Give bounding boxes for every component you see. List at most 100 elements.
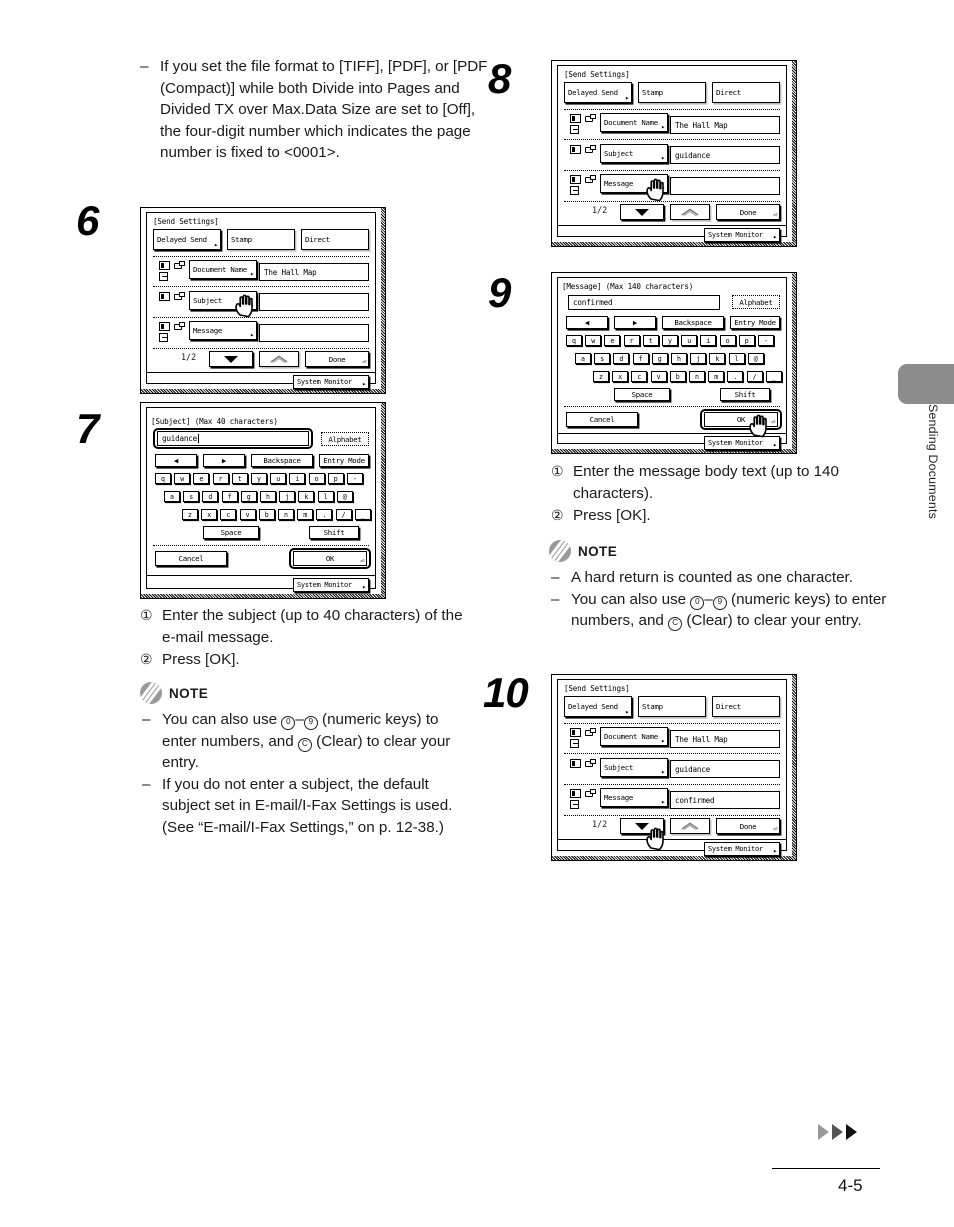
key-z[interactable]: z [593, 371, 609, 382]
alphabet-button[interactable]: Alphabet [321, 432, 369, 446]
scroll-down-button[interactable] [620, 204, 664, 220]
key-r[interactable]: r [212, 473, 229, 484]
key-o[interactable]: o [308, 473, 325, 484]
key-u[interactable]: u [681, 335, 698, 346]
button-direct[interactable]: Direct [712, 696, 780, 717]
key-d[interactable]: d [202, 491, 219, 502]
key-x[interactable]: x [612, 371, 629, 382]
field-label-document-name[interactable]: Document Name ▸ [600, 113, 668, 132]
field-label-subject[interactable]: Subject ▸ [600, 144, 668, 163]
scroll-up-button[interactable] [670, 204, 710, 220]
alphabet-button[interactable]: Alphabet [732, 295, 780, 309]
key-n[interactable]: n [278, 509, 294, 520]
scroll-up-button[interactable] [259, 351, 299, 367]
key-period[interactable]: . [727, 371, 744, 382]
shift-button[interactable]: Shift [720, 388, 770, 401]
button-direct[interactable]: Direct [712, 82, 780, 103]
backspace-button[interactable]: Backspace [662, 316, 724, 329]
scroll-down-button[interactable] [209, 351, 253, 367]
field-value-message[interactable] [259, 324, 369, 342]
button-direct[interactable]: Direct [301, 229, 369, 250]
key-b[interactable]: b [669, 371, 686, 382]
text-input[interactable]: confirmed [568, 295, 720, 310]
key-underscore[interactable]: _ [354, 509, 371, 520]
key-k[interactable]: k [709, 353, 726, 364]
key-n[interactable]: n [689, 371, 705, 382]
key-u[interactable]: u [270, 473, 287, 484]
key-r[interactable]: r [623, 335, 640, 346]
key-q[interactable]: q [155, 473, 171, 484]
key-j[interactable]: j [279, 491, 296, 502]
key-y[interactable]: y [251, 473, 267, 484]
key-h[interactable]: h [260, 491, 276, 502]
key-a[interactable]: a [164, 491, 180, 502]
field-value-message[interactable]: confirmed [670, 791, 780, 809]
field-value-subject[interactable]: guidance [670, 760, 780, 778]
ok-button[interactable]: OK ⏎ [293, 551, 367, 566]
key-at[interactable]: @ [747, 353, 764, 364]
key-i[interactable]: i [700, 335, 717, 346]
cursor-right-button[interactable]: ▶ [203, 454, 245, 467]
cursor-right-button[interactable]: ▶ [614, 316, 656, 329]
done-button[interactable]: Done ⏎ [305, 351, 369, 367]
field-value-document-name[interactable]: The Hall Map [259, 263, 369, 281]
key-o[interactable]: o [719, 335, 736, 346]
key-p[interactable]: p [738, 335, 755, 346]
system-monitor-button[interactable]: System Monitor ▸ [704, 436, 780, 450]
field-value-document-name[interactable]: The Hall Map [670, 116, 780, 134]
done-button[interactable]: Done ⏎ [716, 818, 780, 834]
space-button[interactable]: Space [203, 526, 259, 539]
key-z[interactable]: z [182, 509, 198, 520]
cancel-button[interactable]: Cancel [155, 551, 227, 566]
key-w[interactable]: w [174, 473, 191, 484]
key-y[interactable]: y [662, 335, 678, 346]
key-t[interactable]: t [231, 473, 248, 484]
key-s[interactable]: s [183, 491, 200, 502]
scroll-up-button[interactable] [670, 818, 710, 834]
button-delayed-send[interactable]: Delayed Send ▸ [153, 229, 221, 250]
key-f[interactable]: f [632, 353, 649, 364]
key-period[interactable]: . [316, 509, 333, 520]
system-monitor-button[interactable]: System Monitor ▸ [293, 578, 369, 592]
field-label-message[interactable]: Message ▸ [600, 788, 668, 807]
system-monitor-button[interactable]: System Monitor ▸ [704, 842, 780, 856]
field-label-document-name[interactable]: Document Name ▸ [600, 727, 668, 746]
key-t[interactable]: t [642, 335, 659, 346]
key-w[interactable]: w [585, 335, 602, 346]
key-g[interactable]: g [240, 491, 257, 502]
button-delayed-send[interactable]: Delayed Send ▸ [564, 82, 632, 103]
entry-mode-button[interactable]: Entry Mode [319, 454, 369, 467]
button-stamp[interactable]: Stamp [638, 82, 706, 103]
key-l[interactable]: l [317, 491, 334, 502]
key-hyphen[interactable]: - [347, 473, 363, 484]
key-e[interactable]: e [193, 473, 210, 484]
button-delayed-send[interactable]: Delayed Send ▸ [564, 696, 632, 717]
key-d[interactable]: d [613, 353, 630, 364]
key-at[interactable]: @ [336, 491, 353, 502]
key-m[interactable]: m [297, 509, 314, 520]
key-slash[interactable]: / [335, 509, 352, 520]
field-label-document-name[interactable]: Document Name ▸ [189, 260, 257, 279]
key-underscore[interactable]: _ [765, 371, 782, 382]
button-stamp[interactable]: Stamp [638, 696, 706, 717]
cursor-left-button[interactable]: ◀ [155, 454, 197, 467]
field-value-subject[interactable]: guidance [670, 146, 780, 164]
system-monitor-button[interactable]: System Monitor ▸ [293, 375, 369, 389]
key-s[interactable]: s [594, 353, 611, 364]
button-stamp[interactable]: Stamp [227, 229, 295, 250]
text-input[interactable]: guidance [157, 431, 309, 446]
backspace-button[interactable]: Backspace [251, 454, 313, 467]
space-button[interactable]: Space [614, 388, 670, 401]
key-b[interactable]: b [258, 509, 275, 520]
done-button[interactable]: Done ⏎ [716, 204, 780, 220]
field-value-document-name[interactable]: The Hall Map [670, 730, 780, 748]
key-slash[interactable]: / [746, 371, 763, 382]
key-v[interactable]: v [239, 509, 256, 520]
key-q[interactable]: q [566, 335, 582, 346]
key-hyphen[interactable]: - [758, 335, 774, 346]
field-value-subject[interactable] [259, 293, 369, 311]
key-p[interactable]: p [327, 473, 344, 484]
key-c[interactable]: c [220, 509, 237, 520]
key-i[interactable]: i [289, 473, 306, 484]
field-label-subject[interactable]: Subject ▸ [600, 758, 668, 777]
